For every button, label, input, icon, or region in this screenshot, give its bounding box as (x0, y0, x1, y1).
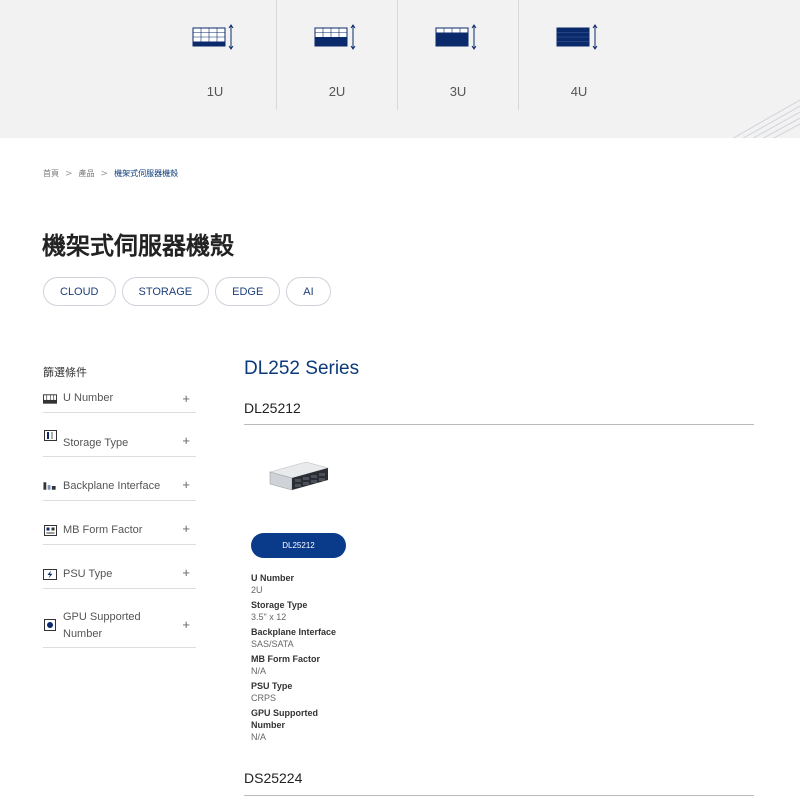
rack-2u-icon (314, 24, 360, 50)
filter-label: U Number (63, 392, 114, 404)
spec-value: 3.5" x 12 (251, 612, 287, 622)
plus-icon[interactable]: + (182, 565, 190, 580)
rack-icon (43, 393, 57, 404)
u-option-4u[interactable]: 4U (519, 0, 639, 110)
filter-psu-type[interactable]: PSU Type + (43, 545, 196, 589)
rack-1u-icon (192, 24, 238, 50)
spec-key: Storage Type (251, 600, 308, 610)
spec-key: PSU Type (251, 681, 293, 691)
u-option-1u[interactable]: 1U (155, 0, 275, 110)
category-pills: CLOUD STORAGE EDGE AI (43, 277, 331, 306)
breadcrumb-products-link[interactable]: 產品 (79, 168, 95, 179)
plus-icon[interactable]: + (182, 433, 190, 448)
chevron-right-icon: > (100, 168, 109, 179)
pill-cloud[interactable]: CLOUD (43, 277, 116, 306)
u-option-3u[interactable]: 3U (398, 0, 518, 110)
plus-icon[interactable]: + (182, 617, 190, 632)
motherboard-icon (43, 524, 57, 536)
u-option-2u[interactable]: 2U (277, 0, 397, 110)
plus-icon[interactable]: + (182, 521, 190, 536)
u-option-label: 4U (570, 84, 588, 99)
u-option-label: 2U (328, 84, 346, 99)
filter-heading: 篩選條件 (43, 366, 87, 379)
product-specs: U Number 2U Storage Type 3.5" x 12 Backp… (251, 572, 371, 746)
pill-ai[interactable]: AI (286, 277, 331, 306)
filter-mb-form-factor[interactable]: MB Form Factor + (43, 501, 196, 545)
rack-3u-icon (435, 24, 481, 50)
filter-label: PSU Type (63, 568, 113, 580)
pill-edge[interactable]: EDGE (215, 277, 281, 306)
divider (244, 795, 754, 796)
breadcrumb-current: 機架式伺服器機殼 (114, 169, 179, 178)
breadcrumb: 首頁 > 產品 > 機架式伺服器機殼 (43, 168, 178, 179)
chevron-right-icon: > (65, 168, 73, 179)
u-selector-band: 1U 2U 3U 4U (0, 0, 800, 138)
model-heading: DS25224 (244, 770, 303, 786)
storage-icon (43, 429, 57, 441)
spec-value: SAS/SATA (251, 639, 294, 649)
u-option-label: 3U (449, 84, 467, 99)
filter-storage-type[interactable]: Storage Type + (43, 413, 196, 457)
pill-storage[interactable]: STORAGE (121, 277, 210, 306)
series-title: DL252 Series (244, 358, 360, 379)
model-heading: DL25212 (244, 400, 301, 416)
backplane-icon (43, 481, 57, 492)
gpu-icon (43, 619, 57, 631)
spec-key: MB Form Factor (251, 654, 321, 664)
spec-value: N/A (251, 732, 267, 742)
filter-backplane-interface[interactable]: Backplane Interface + (43, 457, 196, 501)
u-option-label: 1U (206, 84, 224, 99)
spec-key: U Number (251, 573, 295, 583)
breadcrumb-home-link[interactable]: 首頁 (43, 168, 59, 179)
product-button-dl25212[interactable]: DL25212 (251, 533, 346, 558)
product-image[interactable] (266, 458, 332, 503)
plus-icon[interactable]: + (182, 391, 190, 406)
plus-icon[interactable]: + (182, 477, 190, 492)
decorative-lines (732, 99, 800, 138)
filter-label: GPU Supported Number (63, 611, 141, 640)
spec-value: 2U (251, 585, 263, 595)
spec-key: GPU Supported Number (251, 708, 318, 730)
filter-gpu-supported-number[interactable]: GPU Supported Number + (43, 589, 196, 648)
divider (244, 424, 754, 425)
power-icon (43, 568, 57, 580)
page-title: 機架式伺服器機殼 (42, 232, 234, 260)
filter-list: U Number + Storage Type + Backplane Inte… (43, 385, 196, 648)
filter-label: MB Form Factor (63, 524, 143, 536)
spec-value: N/A (251, 666, 267, 676)
filter-label: Backplane Interface (63, 480, 161, 492)
spec-value: CRPS (251, 693, 277, 703)
rack-4u-icon (556, 24, 602, 50)
filter-u-number[interactable]: U Number + (43, 385, 196, 413)
spec-key: Backplane Interface (251, 627, 337, 637)
filter-label: Storage Type (63, 436, 129, 449)
